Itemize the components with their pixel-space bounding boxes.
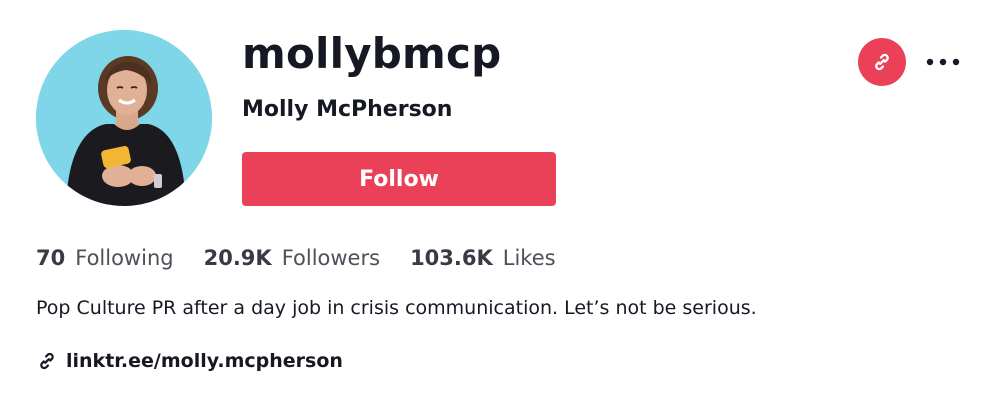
stat-following[interactable]: 70 Following: [36, 240, 174, 276]
display-name: Molly McPherson: [242, 97, 453, 122]
profile-header: mollybmcp Molly McPherson Follow 70 Foll…: [0, 0, 1000, 409]
username: mollybmcp: [242, 29, 502, 78]
profile-stats: 70 Following 20.9K Followers 103.6K Like…: [36, 240, 586, 276]
stat-count: 20.9K: [203, 246, 272, 270]
avatar[interactable]: [36, 30, 212, 206]
more-options-button[interactable]: [922, 46, 964, 78]
ellipsis-icon: [926, 58, 960, 66]
bio-link[interactable]: linktr.ee/molly.mcpherson: [36, 345, 343, 377]
follow-button[interactable]: Follow: [242, 152, 556, 206]
link-icon: [871, 51, 893, 73]
avatar-image: [36, 30, 212, 206]
bio-link-text[interactable]: linktr.ee/molly.mcpherson: [66, 345, 343, 377]
stat-followers[interactable]: 20.9K Followers: [204, 240, 380, 276]
share-link-button[interactable]: [858, 38, 906, 86]
link-icon: [36, 350, 58, 372]
stat-label: Likes: [502, 246, 556, 270]
stat-count: 103.6K: [410, 246, 493, 270]
stat-likes: 103.6K Likes: [410, 240, 556, 276]
stat-label: Following: [75, 246, 174, 270]
stat-count: 70: [36, 246, 66, 270]
stat-label: Followers: [281, 246, 381, 270]
bio-text: Pop Culture PR after a day job in crisis…: [36, 297, 757, 319]
